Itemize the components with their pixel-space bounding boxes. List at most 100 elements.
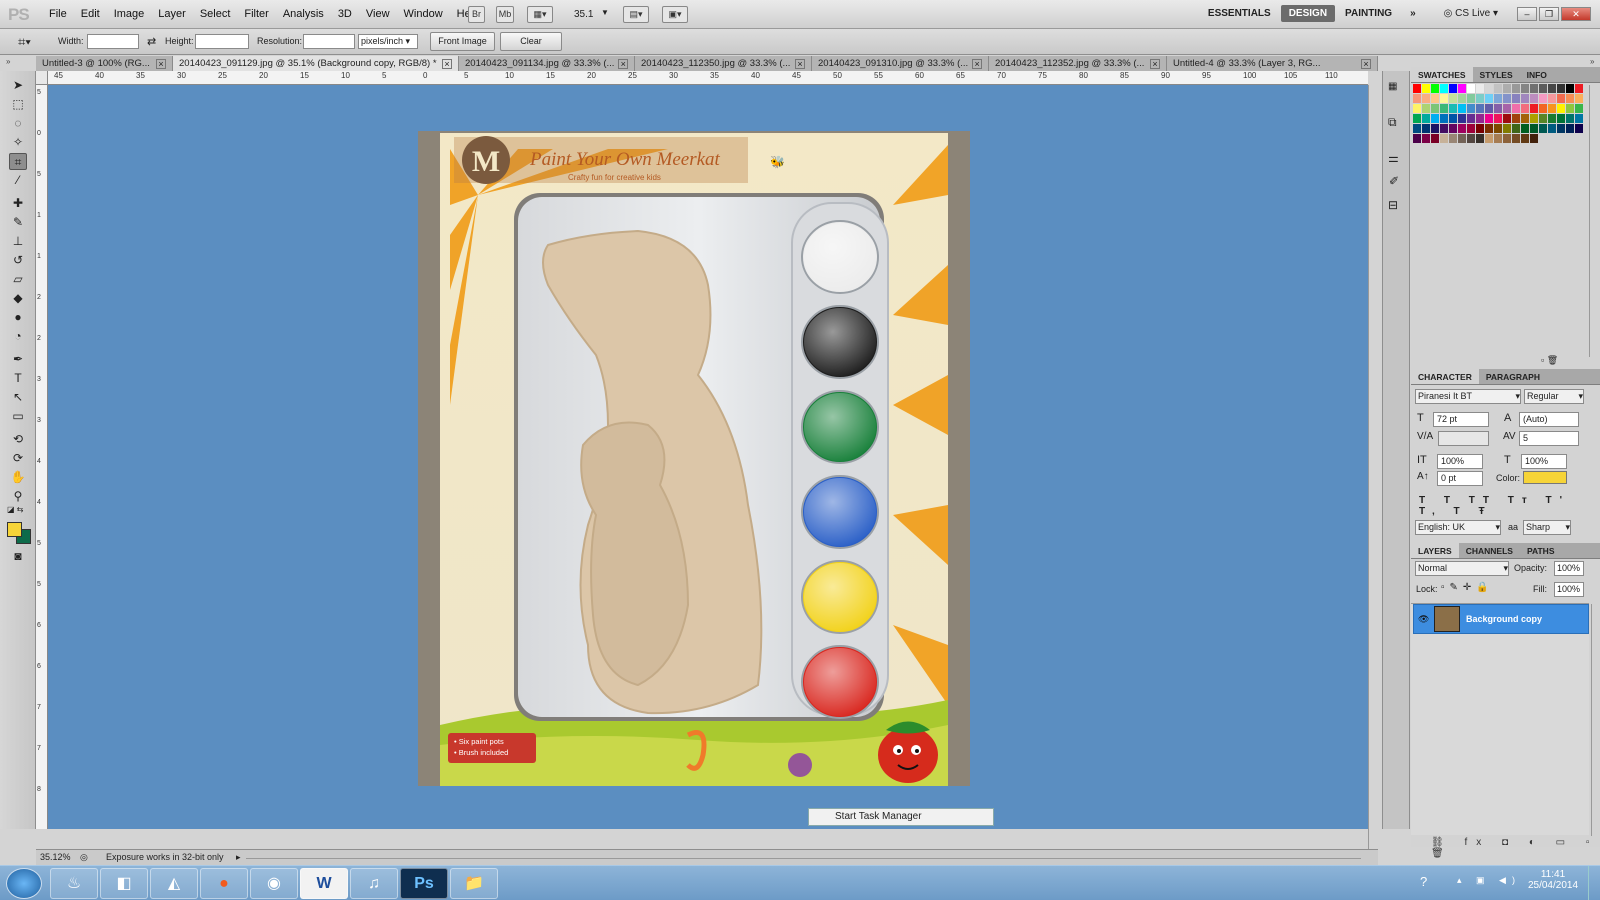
- taskbar-word-icon[interactable]: W: [300, 868, 348, 899]
- color-swatch[interactable]: [1503, 124, 1511, 133]
- close-tab-icon[interactable]: ×: [1361, 58, 1371, 69]
- font-style-select[interactable]: Regular ▾: [1524, 389, 1584, 404]
- menu-analysis[interactable]: Analysis: [276, 8, 331, 20]
- taskbar-explorer-icon[interactable]: 📁: [450, 868, 498, 899]
- 3d-rotate-tool-icon[interactable]: ⟲: [9, 431, 27, 448]
- swap-icon[interactable]: ⇄: [147, 35, 156, 48]
- color-swatch[interactable]: [1503, 84, 1511, 93]
- tab-20140423-091129[interactable]: 20140423_091129.jpg @ 35.1% (Background …: [173, 56, 459, 71]
- color-swatch[interactable]: [1503, 114, 1511, 123]
- close-tab-icon[interactable]: ×: [795, 58, 805, 69]
- workspace-design[interactable]: DESIGN: [1280, 5, 1336, 22]
- workspace-essentials[interactable]: ESSENTIALS: [1200, 5, 1279, 22]
- color-swatch[interactable]: [1467, 84, 1475, 93]
- color-swatch[interactable]: [1431, 124, 1439, 133]
- color-swatch[interactable]: [1458, 124, 1466, 133]
- language-select[interactable]: English: UK ▾: [1415, 520, 1501, 535]
- color-swatch[interactable]: [1467, 94, 1475, 103]
- hand-tool-icon[interactable]: ✋: [9, 469, 27, 486]
- color-swatch[interactable]: [1575, 114, 1583, 123]
- screen-mode-button[interactable]: ▣▾: [662, 6, 688, 23]
- zoom-dropdown-icon[interactable]: ▼: [601, 8, 609, 17]
- kerning-input[interactable]: [1438, 431, 1489, 446]
- color-swatch[interactable]: [1485, 104, 1493, 113]
- color-swatch[interactable]: [1521, 134, 1529, 143]
- start-task-manager-tooltip[interactable]: Start Task Manager: [808, 808, 994, 826]
- tab-styles[interactable]: STYLES: [1473, 67, 1520, 82]
- color-swatch[interactable]: [1431, 104, 1439, 113]
- baseline-shift-input[interactable]: 0 pt: [1437, 471, 1483, 486]
- color-swatch[interactable]: [1521, 124, 1529, 133]
- color-swatch[interactable]: [1530, 134, 1538, 143]
- color-swatch[interactable]: [1485, 134, 1493, 143]
- color-swatch[interactable]: [1449, 94, 1457, 103]
- color-swatch[interactable]: [1476, 94, 1484, 103]
- color-swatch[interactable]: [1539, 84, 1547, 93]
- color-swatch[interactable]: [1503, 94, 1511, 103]
- color-swatch[interactable]: [1512, 134, 1520, 143]
- color-swatch[interactable]: [1449, 124, 1457, 133]
- color-swatch[interactable]: [1512, 124, 1520, 133]
- tracking-input[interactable]: 5: [1519, 431, 1579, 446]
- blend-mode-select[interactable]: Normal ▾: [1415, 561, 1509, 576]
- color-swatch[interactable]: [1548, 114, 1556, 123]
- taskbar-photoshop-icon[interactable]: Ps: [400, 868, 448, 899]
- vertical-scrollbar[interactable]: [1368, 85, 1378, 849]
- clock[interactable]: 11:41 25/04/2014: [1520, 869, 1586, 891]
- text-style-buttons[interactable]: T T TT Tт T' T, T Ŧ: [1419, 495, 1600, 517]
- height-input[interactable]: [195, 34, 249, 49]
- resolution-units-select[interactable]: pixels/inch ▾: [358, 34, 418, 49]
- tab-paths[interactable]: PATHS: [1520, 543, 1562, 558]
- color-swatch[interactable]: [1440, 134, 1448, 143]
- crop-tool-icon[interactable]: ⌗▾: [18, 34, 31, 50]
- color-swatch[interactable]: [1548, 94, 1556, 103]
- color-swatch[interactable]: [1512, 94, 1520, 103]
- eraser-tool-icon[interactable]: ▱: [9, 271, 27, 288]
- tab-20140423-091134[interactable]: 20140423_091134.jpg @ 33.3% (... ×: [459, 56, 635, 71]
- color-swatch[interactable]: [1449, 84, 1457, 93]
- color-swatch[interactable]: [1413, 94, 1421, 103]
- layer-name[interactable]: Background copy: [1466, 614, 1542, 624]
- taskbar-app-icon[interactable]: ◧: [100, 868, 148, 899]
- layers-footer-icons[interactable]: ⛓ fx ◘ ◐ ▭ ▫ 🗑: [1431, 837, 1600, 859]
- leading-input[interactable]: (Auto): [1519, 412, 1579, 427]
- color-swatch[interactable]: [1413, 134, 1421, 143]
- horizontal-scale-input[interactable]: 100%: [1521, 454, 1567, 469]
- clone-source-icon[interactable]: ⊟: [1388, 198, 1398, 212]
- tab-20140423-091310[interactable]: 20140423_091310.jpg @ 33.3% (... ×: [812, 56, 989, 71]
- new-swatch-icon[interactable]: ▫ 🗑: [1541, 355, 1558, 366]
- tab-character[interactable]: CHARACTER: [1411, 369, 1479, 384]
- color-swatch[interactable]: [1548, 124, 1556, 133]
- color-swatch[interactable]: [1539, 104, 1547, 113]
- foreground-color-swatch[interactable]: [7, 522, 22, 537]
- clear-button[interactable]: Clear: [500, 32, 562, 51]
- color-swatch[interactable]: [1467, 114, 1475, 123]
- font-size-input[interactable]: 72 pt: [1433, 412, 1489, 427]
- minibridge-button[interactable]: Mb: [496, 6, 514, 23]
- paint-bucket-tool-icon[interactable]: ◆: [9, 290, 27, 307]
- color-swatch[interactable]: [1476, 114, 1484, 123]
- color-swatch[interactable]: [1458, 114, 1466, 123]
- dodge-tool-icon[interactable]: ◔: [9, 328, 27, 345]
- layers-scrollbar[interactable]: [1591, 604, 1599, 836]
- canvas-area[interactable]: M Paint Your Own Meerkat Crafty fun for …: [48, 85, 1368, 829]
- tab-info[interactable]: INFO: [1520, 67, 1554, 82]
- close-tab-icon[interactable]: ×: [442, 58, 452, 69]
- cs-live-button[interactable]: ◎ CS Live ▾: [1436, 5, 1506, 22]
- lasso-tool-icon[interactable]: ◌: [9, 115, 27, 132]
- color-swatch[interactable]: [1476, 134, 1484, 143]
- status-info-icon[interactable]: ◎: [80, 852, 88, 863]
- color-swatch[interactable]: [1575, 104, 1583, 113]
- color-swatch[interactable]: [1566, 124, 1574, 133]
- color-swatch[interactable]: [1521, 94, 1529, 103]
- color-swatch[interactable]: [1440, 104, 1448, 113]
- ruler-origin[interactable]: [36, 71, 48, 85]
- color-swatch[interactable]: [1566, 84, 1574, 93]
- path-select-tool-icon[interactable]: ↖: [9, 389, 27, 406]
- color-swatch[interactable]: [1530, 114, 1538, 123]
- color-swatch[interactable]: [1494, 94, 1502, 103]
- menu-edit[interactable]: Edit: [74, 8, 107, 20]
- color-swatch[interactable]: [1458, 94, 1466, 103]
- zoom-percent[interactable]: 35.12%: [40, 852, 71, 862]
- color-swatch[interactable]: [1440, 94, 1448, 103]
